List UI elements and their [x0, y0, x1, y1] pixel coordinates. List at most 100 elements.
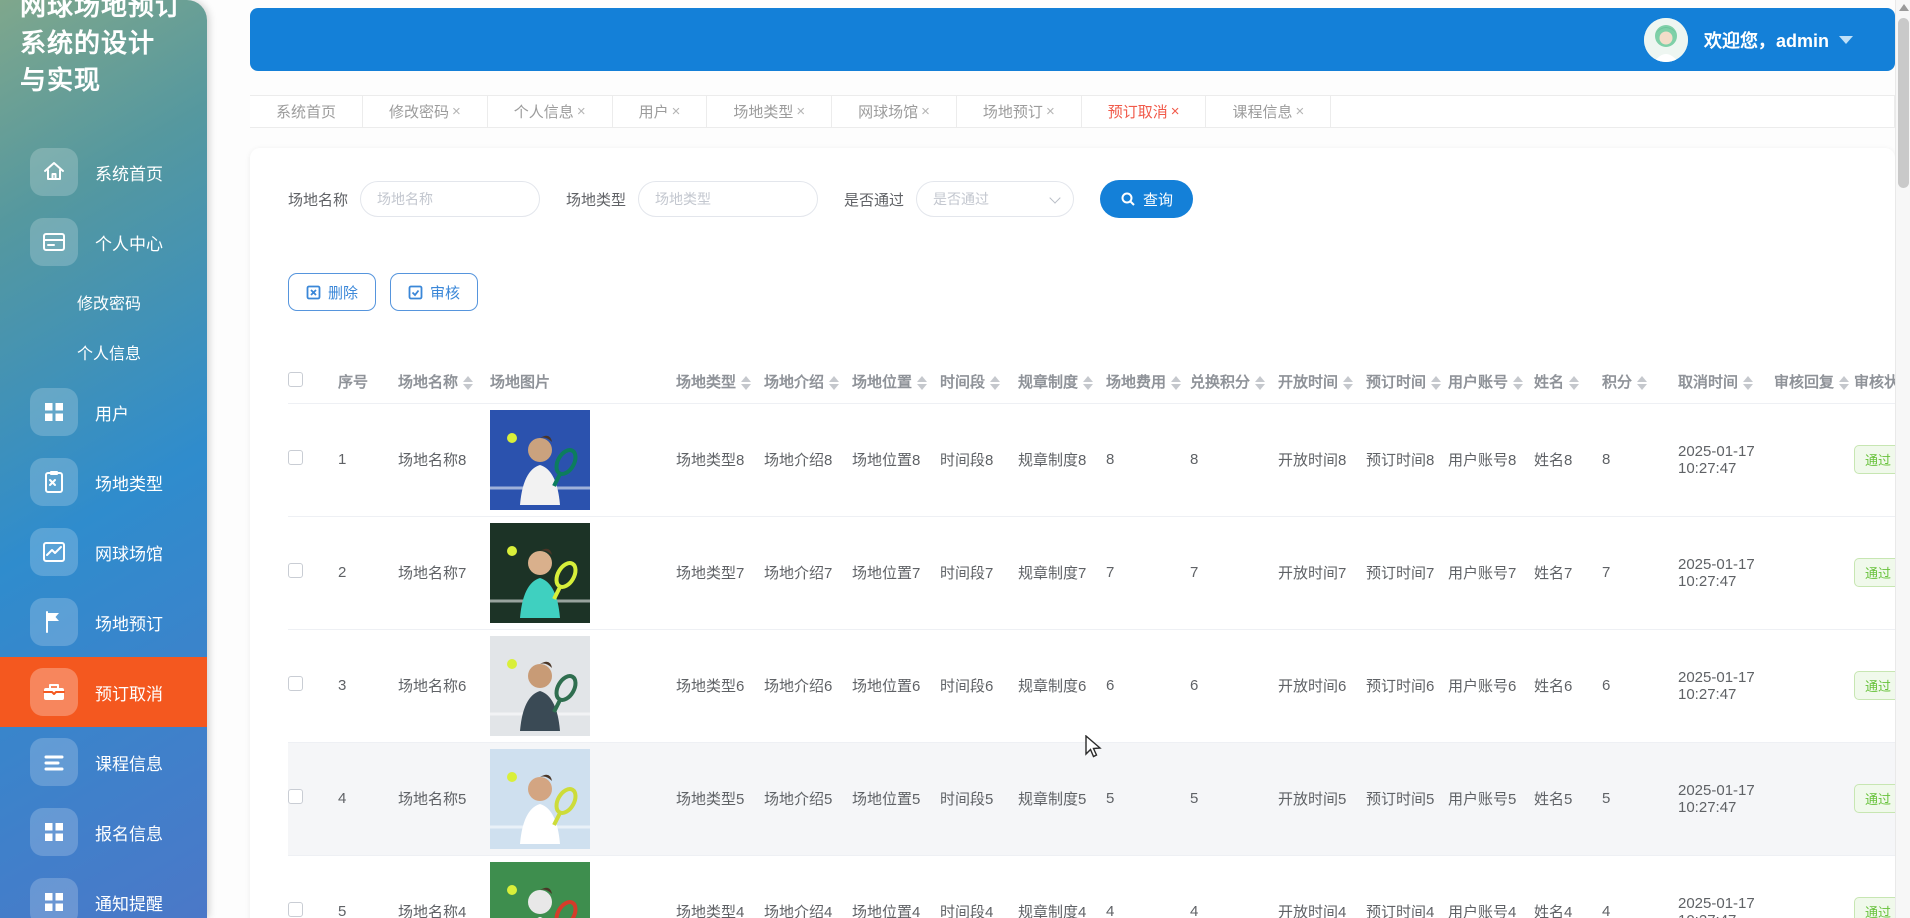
- type-filter-label: 场地类型: [566, 189, 626, 210]
- cell-rules: 规章制度8: [1018, 403, 1106, 516]
- column-header[interactable]: 规章制度: [1018, 361, 1106, 403]
- column-header[interactable]: 场地类型: [676, 361, 764, 403]
- sidebar-item[interactable]: 用户: [0, 377, 207, 447]
- column-header[interactable]: 场地位置: [852, 361, 940, 403]
- search-form: 场地名称 场地类型 是否通过 是否通过 查询: [288, 180, 1857, 218]
- row-checkbox[interactable]: [288, 563, 303, 578]
- sidebar-item[interactable]: 系统首页: [0, 137, 207, 207]
- delete-button[interactable]: 删除: [288, 273, 376, 311]
- row-checkbox[interactable]: [288, 902, 303, 917]
- chevron-down-icon[interactable]: [1839, 36, 1853, 44]
- close-icon[interactable]: ×: [921, 103, 930, 120]
- sidebar-item[interactable]: 场地类型: [0, 447, 207, 517]
- sidebar-item-label: 场地预订: [95, 610, 163, 635]
- column-header[interactable]: 审核回复: [1774, 361, 1854, 403]
- type-filter-input[interactable]: [638, 181, 818, 217]
- sort-arrows-icon[interactable]: [1513, 376, 1523, 390]
- home-icon: [30, 148, 78, 196]
- sort-arrows-icon[interactable]: [1343, 376, 1353, 390]
- close-icon[interactable]: ×: [1296, 103, 1305, 120]
- sidebar-item[interactable]: 报名信息: [0, 797, 207, 867]
- tab-label: 场地类型: [733, 101, 793, 122]
- sidebar-nav: 系统首页个人中心修改密码个人信息用户场地类型网球场馆场地预订预订取消课程信息报名…: [0, 137, 207, 918]
- sidebar-item[interactable]: 通知提醒: [0, 867, 207, 918]
- sidebar-item[interactable]: 场地预订: [0, 587, 207, 657]
- sort-arrows-icon[interactable]: [463, 376, 473, 390]
- close-icon[interactable]: ×: [672, 103, 681, 120]
- close-icon[interactable]: ×: [452, 103, 461, 120]
- sidebar-item[interactable]: 网球场馆: [0, 517, 207, 587]
- column-header[interactable]: 时间段: [940, 361, 1018, 403]
- column-header[interactable]: 预订时间: [1366, 361, 1448, 403]
- sort-arrows-icon[interactable]: [990, 376, 1000, 390]
- tab-网球场馆[interactable]: 网球场馆×: [832, 96, 957, 127]
- sort-arrows-icon[interactable]: [741, 376, 751, 390]
- tab-场地类型[interactable]: 场地类型×: [707, 96, 832, 127]
- close-icon[interactable]: ×: [577, 103, 586, 120]
- cell-slot: 时间段7: [940, 516, 1018, 629]
- column-header[interactable]: 场地名称: [398, 361, 490, 403]
- table-row[interactable]: 5场地名称4场地类型4场地介绍4场地位置4时间段4规章制度444开放时间4预订时…: [288, 855, 1910, 918]
- sort-arrows-icon[interactable]: [1171, 376, 1181, 390]
- column-header[interactable]: 场地费用: [1106, 361, 1190, 403]
- column-header[interactable]: 用户账号: [1448, 361, 1534, 403]
- table-row[interactable]: 3场地名称6场地类型6场地介绍6场地位置6时间段6规章制度666开放时间6预订时…: [288, 629, 1910, 742]
- cell-reply: [1774, 629, 1854, 742]
- column-header[interactable]: 取消时间: [1678, 361, 1774, 403]
- review-button[interactable]: 审核: [390, 273, 478, 311]
- sidebar-item[interactable]: 课程信息: [0, 727, 207, 797]
- cell-rules: 规章制度5: [1018, 742, 1106, 855]
- column-header[interactable]: 积分: [1602, 361, 1678, 403]
- close-icon[interactable]: ×: [1046, 103, 1055, 120]
- avatar[interactable]: [1644, 18, 1688, 62]
- tab-场地预订[interactable]: 场地预订×: [957, 96, 1082, 127]
- name-filter-input[interactable]: [360, 181, 540, 217]
- sidebar-subitem[interactable]: 修改密码: [0, 277, 207, 327]
- sort-arrows-icon[interactable]: [1083, 376, 1093, 390]
- tab-预订取消[interactable]: 预订取消×: [1082, 96, 1207, 127]
- select-all-checkbox[interactable]: [288, 372, 303, 387]
- column-header[interactable]: 开放时间: [1278, 361, 1366, 403]
- user-menu[interactable]: 欢迎您，admin: [1644, 18, 1853, 62]
- row-checkbox[interactable]: [288, 676, 303, 691]
- close-icon[interactable]: ×: [796, 103, 805, 120]
- cell-no: 1: [338, 403, 398, 516]
- close-icon[interactable]: ×: [1171, 103, 1180, 120]
- sort-arrows-icon[interactable]: [917, 376, 927, 390]
- table-row[interactable]: 1场地名称8场地类型8场地介绍8场地位置8时间段8规章制度888开放时间8预订时…: [288, 403, 1910, 516]
- table-row[interactable]: 2场地名称7场地类型7场地介绍7场地位置7时间段7规章制度777开放时间7预订时…: [288, 516, 1910, 629]
- column-header[interactable]: 姓名: [1534, 361, 1602, 403]
- table-row[interactable]: 4场地名称5场地类型5场地介绍5场地位置5时间段5规章制度555开放时间5预订时…: [288, 742, 1910, 855]
- tab-用户[interactable]: 用户×: [613, 96, 708, 127]
- scrollbar-thumb[interactable]: [1898, 18, 1909, 188]
- column-header[interactable]: 场地介绍: [764, 361, 852, 403]
- tab-个人信息[interactable]: 个人信息×: [488, 96, 613, 127]
- cell-location: 场地位置4: [852, 855, 940, 918]
- sort-arrows-icon[interactable]: [1431, 376, 1441, 390]
- scroll-up-arrow-icon[interactable]: [1899, 4, 1909, 11]
- tab-系统首页[interactable]: 系统首页: [250, 96, 363, 127]
- sort-arrows-icon[interactable]: [1743, 376, 1753, 390]
- search-button[interactable]: 查询: [1100, 180, 1193, 218]
- cell-intro: 场地介绍4: [764, 855, 852, 918]
- sidebar-item[interactable]: 预订取消: [0, 657, 207, 727]
- row-checkbox[interactable]: [288, 450, 303, 465]
- sort-arrows-icon[interactable]: [1255, 376, 1265, 390]
- cell-account: 用户账号7: [1448, 516, 1534, 629]
- row-checkbox[interactable]: [288, 789, 303, 804]
- cell-type: 场地类型7: [676, 516, 764, 629]
- tab-修改密码[interactable]: 修改密码×: [363, 96, 488, 127]
- cell-name: 场地名称6: [398, 629, 490, 742]
- cell-intro: 场地介绍7: [764, 516, 852, 629]
- sidebar-item[interactable]: 个人中心: [0, 207, 207, 277]
- tab-课程信息[interactable]: 课程信息×: [1206, 96, 1331, 127]
- column-header[interactable]: 兑换积分: [1190, 361, 1278, 403]
- sort-arrows-icon[interactable]: [1839, 376, 1849, 390]
- pass-filter-select[interactable]: 是否通过: [916, 181, 1074, 217]
- sidebar-subitem[interactable]: 个人信息: [0, 327, 207, 377]
- cell-slot: 时间段6: [940, 629, 1018, 742]
- vertical-scrollbar[interactable]: [1895, 0, 1910, 918]
- sort-arrows-icon[interactable]: [1637, 376, 1647, 390]
- sort-arrows-icon[interactable]: [829, 376, 839, 390]
- sort-arrows-icon[interactable]: [1569, 376, 1579, 390]
